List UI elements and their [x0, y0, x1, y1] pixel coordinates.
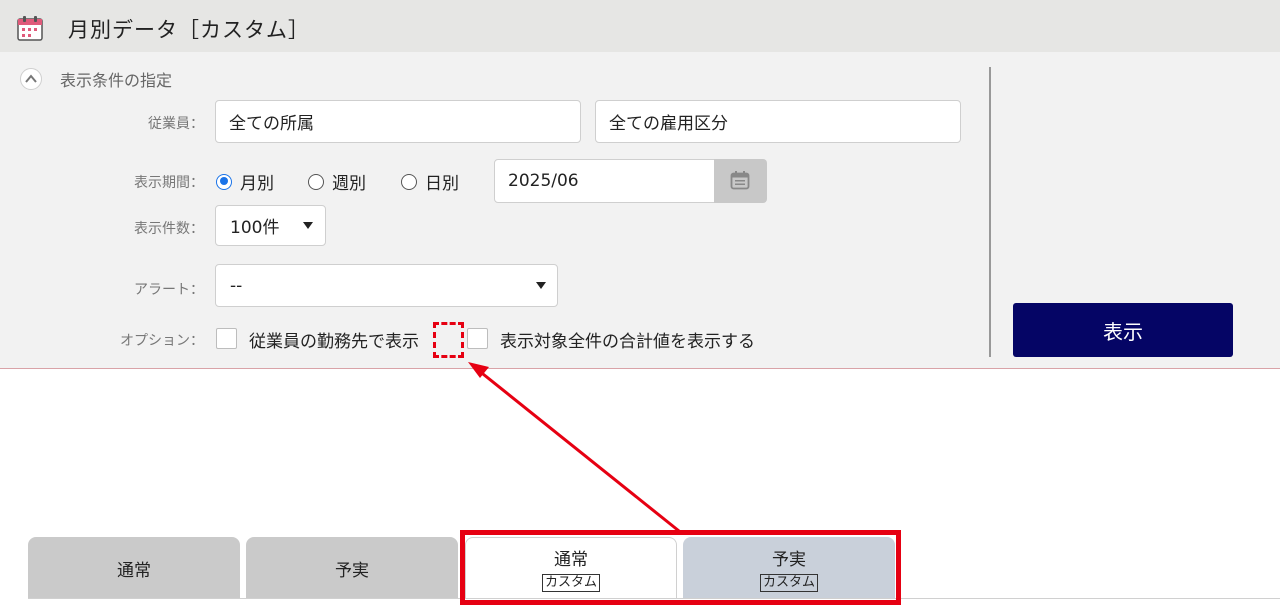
alert-select[interactable]: --: [215, 264, 558, 307]
show-button[interactable]: 表示: [1013, 303, 1233, 357]
annotation-red-box: [460, 530, 901, 605]
radio-weekly[interactable]: 週別: [308, 169, 366, 194]
affiliation-field[interactable]: 全ての所属: [215, 100, 581, 143]
month-value: 2025/06: [508, 171, 579, 191]
radio-monthly[interactable]: 月別: [216, 169, 274, 194]
month-input[interactable]: 2025/06: [494, 159, 716, 203]
radio-circle: [308, 173, 324, 190]
period-label: 表示期間：: [134, 175, 204, 191]
radio-daily-label: 日別: [425, 174, 459, 194]
checkbox-work-location[interactable]: [216, 328, 237, 349]
checkbox-work-location-label: 従業員の勤務先で表示: [249, 332, 419, 352]
employment-type-field[interactable]: 全ての雇用区分: [595, 100, 961, 143]
tab-normal[interactable]: 通常: [28, 537, 240, 599]
tab-normal-label: 通常: [117, 560, 151, 581]
annotation-dashed-highlight: [433, 322, 464, 358]
count-label: 表示件数：: [134, 221, 204, 237]
page-title: 月別データ［カスタム］: [68, 18, 310, 42]
collapse-button[interactable]: [20, 68, 42, 90]
show-button-label: 表示: [1103, 319, 1143, 344]
title-bar: 月別データ［カスタム］: [0, 0, 1280, 52]
checkbox-show-total-label: 表示対象全件の合計値を表示する: [500, 332, 755, 352]
count-value: 100件: [230, 218, 280, 238]
employee-label: 従業員：: [148, 116, 204, 132]
checkbox-show-total[interactable]: [467, 328, 488, 349]
tab-plan-actual[interactable]: 予実: [246, 537, 458, 599]
section-title: 表示条件の指定: [60, 71, 173, 90]
count-select[interactable]: 100件: [215, 205, 326, 246]
radio-circle: [401, 173, 417, 190]
alert-value: --: [230, 275, 243, 296]
radio-weekly-label: 週別: [332, 174, 366, 194]
dropdown-arrow-icon: [536, 282, 546, 289]
dropdown-arrow-icon: [303, 222, 313, 229]
affiliation-value: 全ての所属: [229, 114, 314, 134]
chevron-up-icon: [25, 74, 37, 83]
options-label: オプション：: [120, 333, 204, 349]
radio-daily[interactable]: 日別: [401, 169, 459, 194]
radio-circle-selected: [216, 173, 232, 190]
radio-monthly-label: 月別: [240, 174, 274, 194]
employment-type-value: 全ての雇用区分: [609, 114, 728, 134]
alert-label: アラート：: [134, 282, 204, 298]
calendar-icon: [17, 16, 43, 41]
calendar-picker-button[interactable]: [714, 159, 767, 203]
calendar-icon: [730, 171, 750, 190]
vertical-divider: [989, 67, 991, 357]
panel-divider: [0, 368, 1280, 369]
tab-plan-actual-label: 予実: [335, 560, 369, 581]
